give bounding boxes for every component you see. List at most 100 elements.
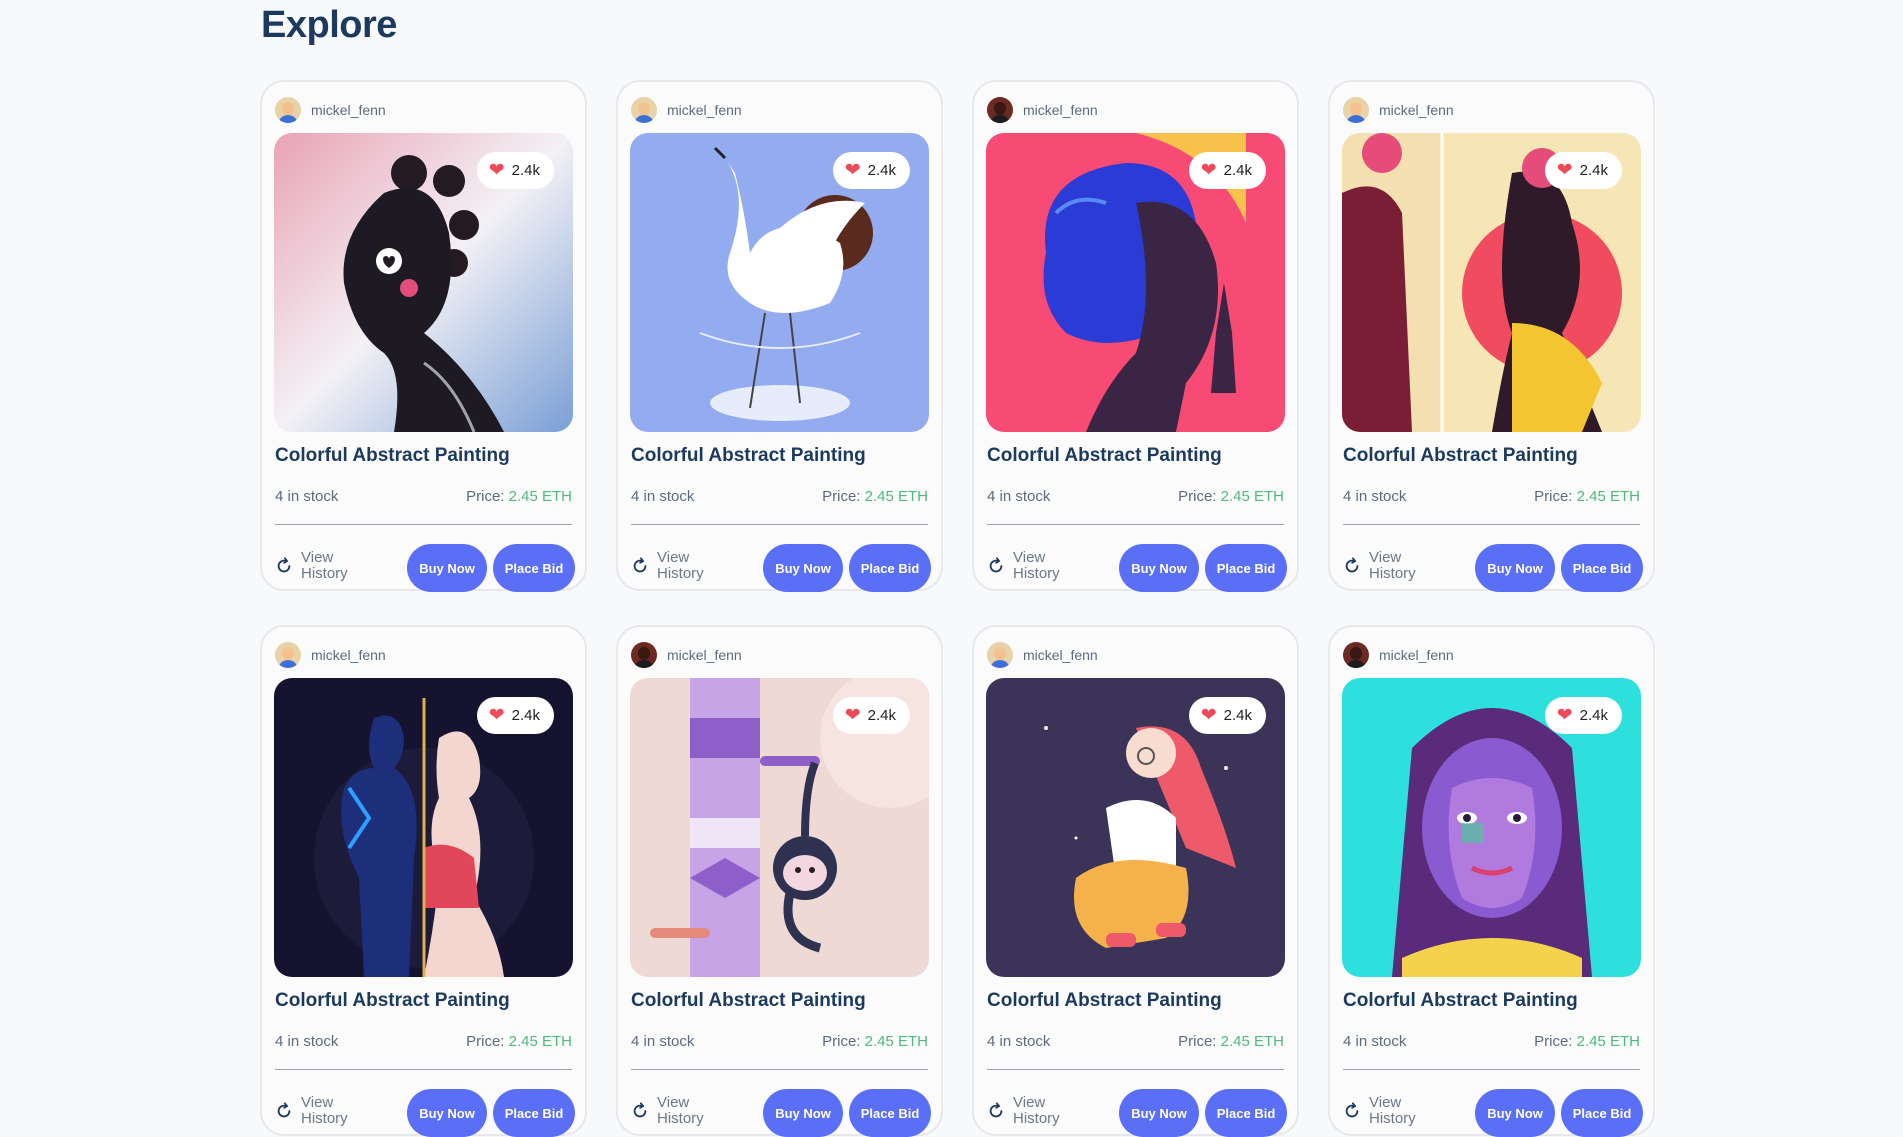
creator-info[interactable]: mickel_fenn — [1343, 96, 1454, 124]
price: Price: 2.45 ETH — [466, 1033, 572, 1050]
like-button[interactable]: ❤ 2.4k — [1188, 697, 1266, 734]
price-label: Price: — [1178, 488, 1221, 505]
price: Price: 2.45 ETH — [822, 1033, 928, 1050]
card-title: Colorful Abstract Painting — [987, 990, 1222, 1011]
buy-now-button[interactable]: Buy Now — [1475, 544, 1555, 592]
view-history-link[interactable]: View History — [275, 550, 361, 582]
price: Price: 2.45 ETH — [1178, 1033, 1284, 1050]
avatar — [1343, 642, 1369, 668]
place-bid-button[interactable]: Place Bid — [849, 544, 931, 592]
view-history-link[interactable]: View History — [631, 550, 717, 582]
creator-name: mickel_fenn — [1379, 647, 1454, 663]
place-bid-button[interactable]: Place Bid — [493, 1089, 575, 1137]
view-history-label: View History — [1013, 1094, 1060, 1127]
nft-card[interactable]: mickel_fenn ❤ 2.4k Colorful Abstract Pai… — [972, 80, 1299, 592]
artwork-image[interactable]: ❤ 2.4k — [274, 678, 573, 977]
price-label: Price: — [466, 488, 509, 505]
nft-card[interactable]: mickel_fenn ❤ 2.4k Colorful Abstract Pai… — [616, 80, 943, 592]
divider — [1343, 524, 1640, 525]
creator-name: mickel_fenn — [1023, 102, 1098, 118]
nft-card[interactable]: mickel_fenn ❤ 2.4k Colorful Abstract Pai… — [616, 625, 943, 1137]
like-count: 2.4k — [1223, 162, 1252, 179]
buy-now-button[interactable]: Buy Now — [407, 544, 487, 592]
like-button[interactable]: ❤ 2.4k — [1544, 697, 1622, 734]
like-button[interactable]: ❤ 2.4k — [1544, 152, 1622, 189]
like-button[interactable]: ❤ 2.4k — [1188, 152, 1266, 189]
like-button[interactable]: ❤ 2.4k — [832, 697, 910, 734]
artwork-image[interactable]: ❤ 2.4k — [1342, 133, 1641, 432]
avatar — [631, 642, 657, 668]
like-button[interactable]: ❤ 2.4k — [832, 152, 910, 189]
view-history-link[interactable]: View History — [1343, 550, 1429, 582]
nft-card[interactable]: mickel_fenn ❤ 2.4k Colorful Abstract Pai… — [260, 625, 587, 1137]
like-count: 2.4k — [867, 707, 896, 724]
creator-name: mickel_fenn — [1023, 647, 1098, 663]
place-bid-button[interactable]: Place Bid — [849, 1089, 931, 1137]
creator-info[interactable]: mickel_fenn — [987, 96, 1098, 124]
artwork-image[interactable]: ❤ 2.4k — [986, 678, 1285, 977]
creator-info[interactable]: mickel_fenn — [275, 641, 386, 669]
like-count: 2.4k — [867, 162, 896, 179]
heart-icon: ❤ — [1200, 705, 1217, 726]
place-bid-button[interactable]: Place Bid — [493, 544, 575, 592]
buy-now-button[interactable]: Buy Now — [763, 1089, 843, 1137]
creator-info[interactable]: mickel_fenn — [275, 96, 386, 124]
buy-now-button[interactable]: Buy Now — [407, 1089, 487, 1137]
divider — [275, 524, 572, 525]
artwork-image[interactable]: ❤ 2.4k — [274, 133, 573, 432]
like-count: 2.4k — [1223, 707, 1252, 724]
view-history-link[interactable]: View History — [631, 1095, 717, 1127]
heart-icon: ❤ — [488, 705, 505, 726]
divider — [631, 1069, 928, 1070]
buy-now-button[interactable]: Buy Now — [1119, 544, 1199, 592]
card-title: Colorful Abstract Painting — [1343, 445, 1578, 466]
place-bid-button[interactable]: Place Bid — [1561, 544, 1643, 592]
buy-now-button[interactable]: Buy Now — [1119, 1089, 1199, 1137]
creator-info[interactable]: mickel_fenn — [987, 641, 1098, 669]
nft-card[interactable]: mickel_fenn ❤ 2.4k Colorful Abstract Pai… — [260, 80, 587, 592]
nft-card[interactable]: mickel_fenn ❤ 2.4k Colorful Abstract Pai… — [1328, 80, 1655, 592]
price-label: Price: — [822, 1033, 865, 1050]
artwork-image[interactable]: ❤ 2.4k — [630, 133, 929, 432]
like-count: 2.4k — [1579, 707, 1608, 724]
like-count: 2.4k — [511, 707, 540, 724]
avatar — [275, 642, 301, 668]
buy-now-button[interactable]: Buy Now — [763, 544, 843, 592]
price: Price: 2.45 ETH — [1178, 488, 1284, 505]
heart-icon: ❤ — [1556, 160, 1573, 181]
creator-info[interactable]: mickel_fenn — [631, 96, 742, 124]
place-bid-button[interactable]: Place Bid — [1205, 1089, 1287, 1137]
place-bid-button[interactable]: Place Bid — [1205, 544, 1287, 592]
view-history-label: View History — [657, 549, 704, 582]
creator-info[interactable]: mickel_fenn — [1343, 641, 1454, 669]
buy-now-button[interactable]: Buy Now — [1475, 1089, 1555, 1137]
card-title: Colorful Abstract Painting — [631, 990, 866, 1011]
refresh-icon — [633, 557, 647, 573]
price-value: 2.45 ETH — [508, 488, 572, 505]
price-value: 2.45 ETH — [1220, 488, 1284, 505]
view-history-link[interactable]: View History — [275, 1095, 361, 1127]
nft-card[interactable]: mickel_fenn ❤ 2.4k Colorful Abstract Pai… — [972, 625, 1299, 1137]
avatar — [987, 642, 1013, 668]
like-button[interactable]: ❤ 2.4k — [476, 152, 554, 189]
stock-count: 4 in stock — [987, 1033, 1051, 1050]
artwork-image[interactable]: ❤ 2.4k — [630, 678, 929, 977]
refresh-icon — [277, 1102, 291, 1118]
artwork-image[interactable]: ❤ 2.4k — [986, 133, 1285, 432]
creator-info[interactable]: mickel_fenn — [631, 641, 742, 669]
place-bid-button[interactable]: Place Bid — [1561, 1089, 1643, 1137]
view-history-link[interactable]: View History — [1343, 1095, 1429, 1127]
creator-name: mickel_fenn — [311, 102, 386, 118]
view-history-link[interactable]: View History — [987, 550, 1073, 582]
like-button[interactable]: ❤ 2.4k — [476, 697, 554, 734]
avatar — [987, 97, 1013, 123]
view-history-label: View History — [1369, 1094, 1416, 1127]
view-history-link[interactable]: View History — [987, 1095, 1073, 1127]
stock-count: 4 in stock — [1343, 488, 1407, 505]
nft-card[interactable]: mickel_fenn ❤ 2.4k Colorful Abstract Pai… — [1328, 625, 1655, 1137]
price-value: 2.45 ETH — [1576, 488, 1640, 505]
refresh-icon — [1345, 557, 1359, 573]
creator-name: mickel_fenn — [311, 647, 386, 663]
artwork-image[interactable]: ❤ 2.4k — [1342, 678, 1641, 977]
avatar — [1343, 97, 1369, 123]
